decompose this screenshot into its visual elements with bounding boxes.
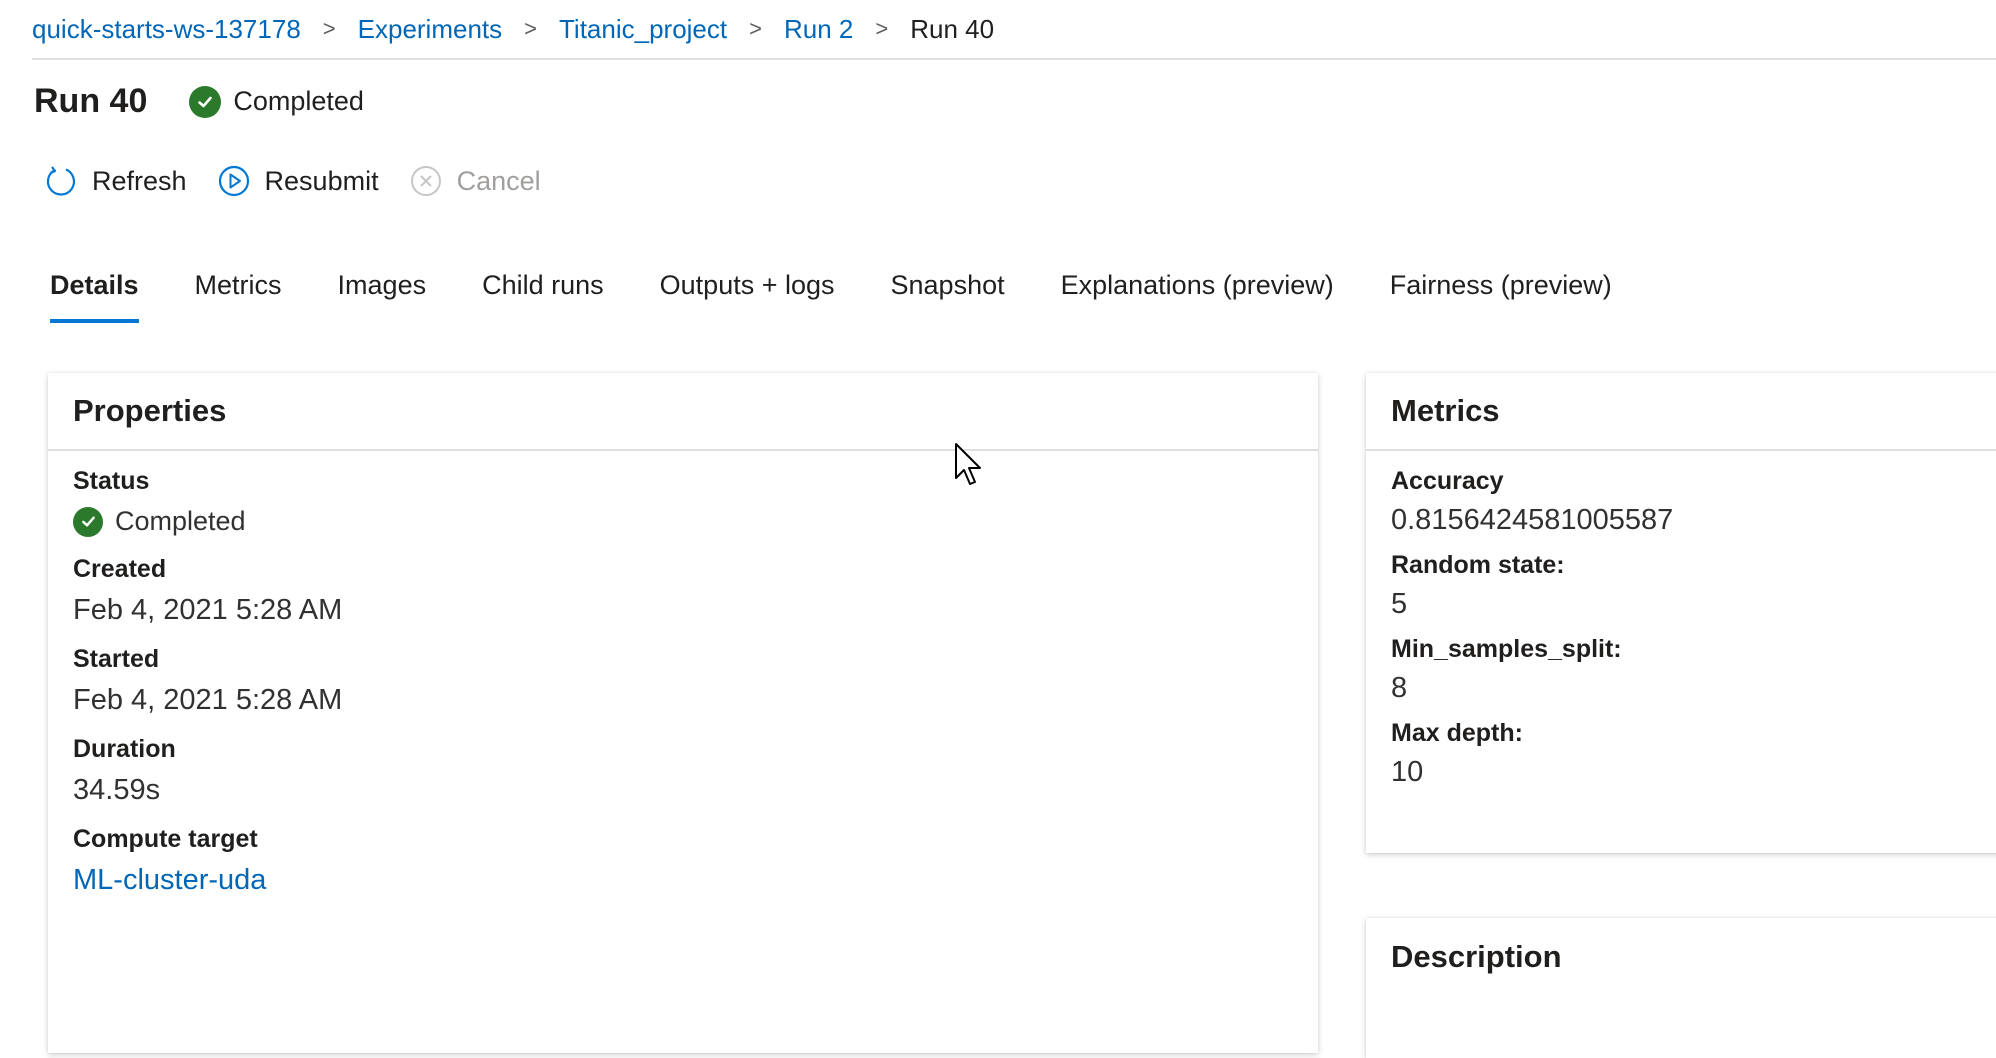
started-value: Feb 4, 2021 5:28 AM <box>73 684 343 716</box>
resubmit-label: Resubmit <box>264 165 379 196</box>
cancel-label: Cancel <box>456 165 541 196</box>
check-circle-icon <box>189 85 222 118</box>
refresh-label: Refresh <box>92 165 187 196</box>
chevron-right-icon: > <box>524 16 537 41</box>
resubmit-button[interactable]: Resubmit <box>217 164 379 198</box>
duration-label: Duration <box>73 735 176 763</box>
description-title: Description <box>1391 939 1562 974</box>
breadcrumb-parent-run[interactable]: Run 2 <box>784 14 853 45</box>
metric-value: 0.8156424581005587 <box>1391 504 1674 536</box>
compute-target-field: Compute target ML-cluster-uda <box>73 825 1293 897</box>
page-title: Run 40 <box>34 82 148 120</box>
metric-value: 10 <box>1391 756 1424 788</box>
metric-label: Accuracy <box>1391 467 1504 495</box>
chevron-right-icon: > <box>322 16 336 41</box>
metric-label: Min_samples_split: <box>1391 635 1622 663</box>
cancel-icon <box>409 164 443 198</box>
status-badge: Completed <box>189 85 364 118</box>
breadcrumb-current: Run 40 <box>910 13 995 44</box>
tab-outputs-logs[interactable]: Outputs + logs <box>660 270 835 323</box>
created-label: Created <box>73 555 167 583</box>
status-label: Status <box>73 467 150 495</box>
started-field: Started Feb 4, 2021 5:28 AM <box>73 645 1293 717</box>
play-circle-icon <box>217 164 251 198</box>
compute-target-link[interactable]: ML-cluster-uda <box>73 864 1293 897</box>
metric-label: Random state: <box>1391 551 1565 579</box>
status-value: Completed <box>73 506 1293 537</box>
started-label: Started <box>73 645 160 673</box>
metrics-title: Metrics <box>1366 373 1996 451</box>
tab-snapshot[interactable]: Snapshot <box>891 270 1005 323</box>
breadcrumb: quick-starts-ws-137178 > Experiments > T… <box>32 0 1996 60</box>
command-bar: Refresh Resubmit Cancel <box>44 164 571 198</box>
breadcrumb-workspace[interactable]: quick-starts-ws-137178 <box>32 14 301 45</box>
chevron-right-icon: > <box>749 16 762 41</box>
refresh-icon <box>44 164 78 198</box>
metric-item: Max depth: 10 <box>1391 719 1996 789</box>
metric-item: Min_samples_split: 8 <box>1391 635 1996 705</box>
duration-field: Duration 34.59s <box>73 735 1293 807</box>
check-circle-icon <box>73 506 103 537</box>
description-card: Description <box>1366 918 1996 1058</box>
cancel-button[interactable]: Cancel <box>409 164 541 198</box>
duration-value: 34.59s <box>73 774 161 806</box>
run-header: Run 40 Completed <box>34 82 364 121</box>
chevron-right-icon: > <box>875 16 889 41</box>
status-value-text: Completed <box>115 506 246 536</box>
metric-item: Accuracy 0.8156424581005587 <box>1391 467 1996 537</box>
tab-metrics[interactable]: Metrics <box>195 270 282 323</box>
metric-value: 5 <box>1391 588 1408 620</box>
created-value: Feb 4, 2021 5:28 AM <box>73 594 343 626</box>
refresh-button[interactable]: Refresh <box>44 164 187 198</box>
tab-bar: Details Metrics Images Child runs Output… <box>50 270 1668 323</box>
properties-card: Properties Status Completed Created Feb … <box>48 373 1318 1053</box>
breadcrumb-experiments[interactable]: Experiments <box>358 14 503 45</box>
tab-details[interactable]: Details <box>50 270 139 323</box>
metric-value: 8 <box>1391 672 1408 704</box>
status-text: Completed <box>233 86 364 116</box>
status-field: Status Completed <box>73 467 1293 537</box>
metric-label: Max depth: <box>1391 719 1523 747</box>
mouse-cursor-icon <box>955 443 981 485</box>
compute-target-label: Compute target <box>73 825 258 853</box>
tab-fairness[interactable]: Fairness (preview) <box>1390 270 1612 323</box>
properties-title: Properties <box>48 373 1318 451</box>
tab-explanations[interactable]: Explanations (preview) <box>1061 270 1334 323</box>
tab-images[interactable]: Images <box>338 270 427 323</box>
breadcrumb-experiment[interactable]: Titanic_project <box>559 14 727 45</box>
metric-item: Random state: 5 <box>1391 551 1996 621</box>
created-field: Created Feb 4, 2021 5:28 AM <box>73 555 1293 627</box>
tab-child-runs[interactable]: Child runs <box>482 270 604 323</box>
metrics-card: Metrics Accuracy 0.8156424581005587 Rand… <box>1366 373 1996 853</box>
